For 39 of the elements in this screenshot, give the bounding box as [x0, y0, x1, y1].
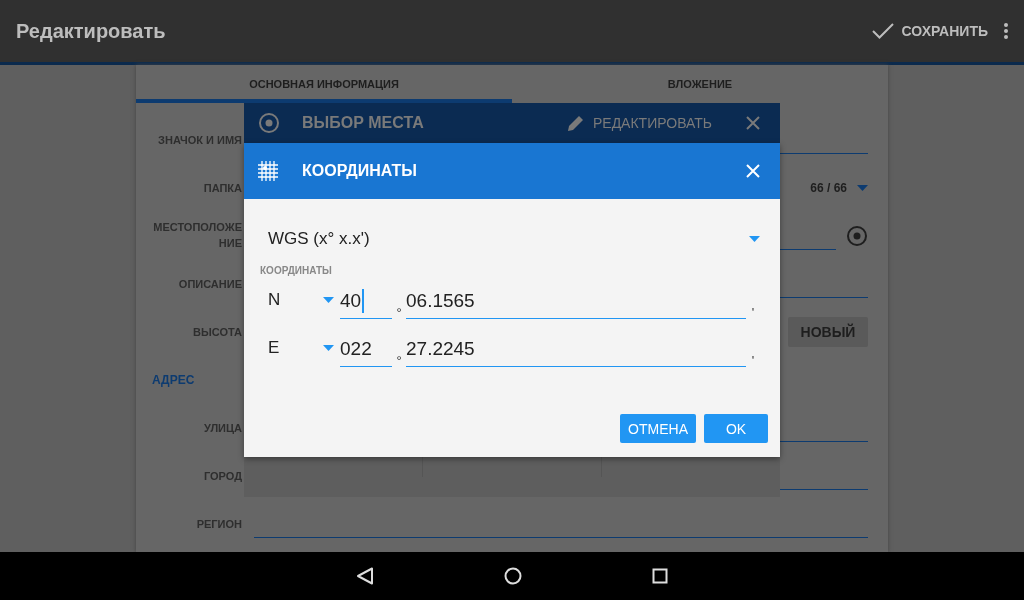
- dialog-title: КООРДИНАТЫ: [302, 162, 418, 180]
- degree-mark: °: [395, 353, 403, 368]
- degrees-field[interactable]: 40: [340, 281, 392, 319]
- field-label: РЕГИОН: [195, 518, 242, 530]
- minute-mark: ': [750, 305, 756, 320]
- format-dropdown[interactable]: WGS (x° x.x'): [268, 223, 760, 255]
- minute-mark: ': [750, 353, 756, 368]
- caret-icon[interactable]: [323, 345, 334, 351]
- minutes-field[interactable]: 06.1565: [406, 281, 746, 319]
- target-icon[interactable]: [846, 225, 868, 247]
- menu-icon[interactable]: [1004, 23, 1008, 39]
- app-title: Редактировать: [16, 19, 167, 43]
- hemisphere-dropdown[interactable]: E: [268, 333, 340, 363]
- back-icon[interactable]: [356, 567, 374, 585]
- hemisphere-dropdown[interactable]: N: [268, 285, 340, 315]
- minutes-field[interactable]: 27.2245: [406, 329, 746, 367]
- save-button[interactable]: СОХРАНИТЬ: [863, 23, 996, 39]
- caret-icon[interactable]: [323, 297, 334, 303]
- recents-icon[interactable]: [652, 568, 668, 584]
- home-icon[interactable]: [504, 567, 522, 585]
- section-label: КООРДИНАТЫ: [260, 265, 333, 276]
- grid-icon: [258, 161, 278, 181]
- dialog-title: ВЫБОР МЕСТА: [302, 114, 425, 132]
- caret-icon[interactable]: [857, 185, 868, 191]
- field-label: ПАПКА: [202, 182, 242, 194]
- field-label: ВЫСОТА: [192, 326, 242, 338]
- pencil-icon: [566, 114, 585, 132]
- caret-icon[interactable]: [749, 236, 760, 242]
- target-icon[interactable]: [258, 112, 280, 134]
- field-label: МЕСТОПОЛОЖЕНИЕ: [152, 220, 242, 251]
- field-label: УЛИЦА: [202, 422, 242, 434]
- degree-mark: °: [395, 305, 403, 320]
- field-label: ЗНАЧОК И ИМЯ: [157, 134, 242, 146]
- check-icon: [871, 23, 894, 39]
- field-label: ОПИСАНИЕ: [177, 278, 242, 290]
- degrees-field[interactable]: 022: [340, 329, 392, 367]
- section-heading: АДРЕС: [151, 373, 196, 387]
- close-icon[interactable]: [746, 116, 760, 130]
- field-label: ГОРОД: [202, 470, 242, 482]
